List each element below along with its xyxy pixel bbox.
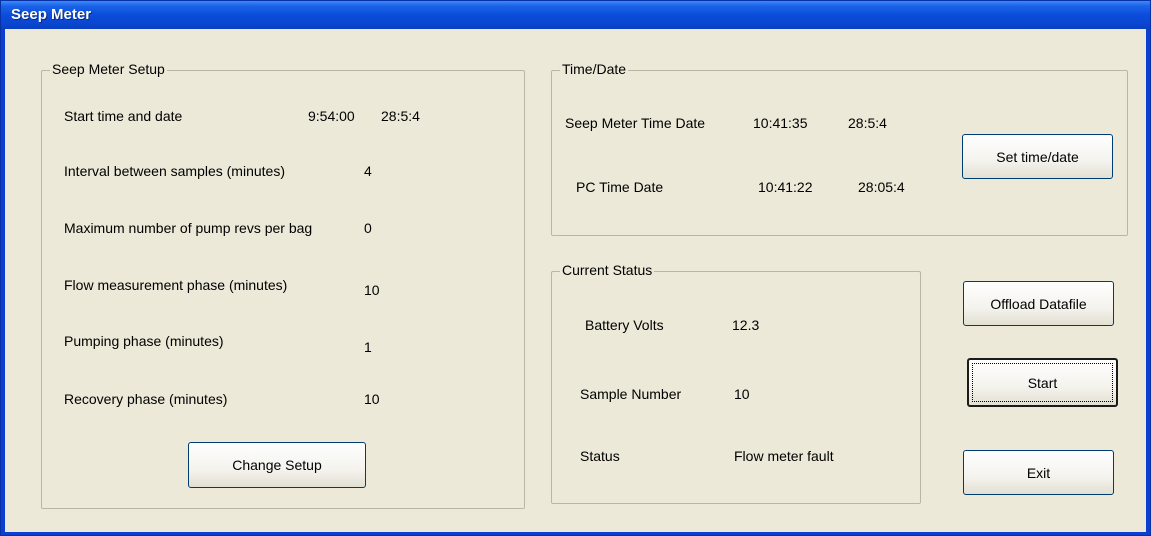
recovery-phase-value: 10 (364, 391, 380, 407)
time-date-group: Time/Date Seep Meter Time Date 10:41:35 … (551, 61, 1128, 236)
offload-datafile-button[interactable]: Offload Datafile (963, 281, 1114, 326)
change-setup-button-label: Change Setup (232, 457, 322, 473)
start-time-label: Start time and date (64, 108, 183, 124)
setup-group-title: Seep Meter Setup (50, 61, 167, 77)
seep-meter-time-date-label: Seep Meter Time Date (565, 115, 706, 131)
start-button-label: Start (1027, 374, 1058, 391)
flow-phase-label: Flow measurement phase (minutes) (64, 277, 288, 293)
pumping-phase-label: Pumping phase (minutes) (64, 333, 224, 349)
offload-datafile-button-label: Offload Datafile (990, 295, 1087, 312)
dialog-client-area: Seep Meter Setup Start time and date 9:5… (5, 29, 1146, 532)
seep-meter-time-value: 10:41:35 (753, 115, 808, 131)
seep-meter-date-value: 28:5:4 (848, 115, 887, 131)
setup-group: Seep Meter Setup Start time and date 9:5… (41, 61, 525, 509)
time-date-group-title: Time/Date (560, 61, 629, 77)
set-time-date-button-label: Set time/date (996, 148, 1079, 165)
pc-time-date-label: PC Time Date (576, 179, 664, 195)
flow-phase-value: 10 (364, 282, 380, 298)
start-time-value: 9:54:00 (308, 108, 355, 124)
current-status-group-title: Current Status (560, 262, 655, 278)
status-value: Flow meter fault (734, 448, 834, 464)
change-setup-button[interactable]: Change Setup (188, 442, 366, 488)
battery-volts-value: 12.3 (732, 317, 760, 333)
title-bar[interactable]: Seep Meter (1, 1, 1150, 29)
recovery-phase-label: Recovery phase (minutes) (64, 391, 228, 407)
set-time-date-button[interactable]: Set time/date (962, 134, 1113, 179)
current-status-group: Current Status Battery Volts 12.3 Sample… (551, 262, 921, 504)
start-date-value: 28:5:4 (381, 108, 420, 124)
sample-number-label: Sample Number (580, 386, 682, 402)
pc-time-value: 10:41:22 (758, 179, 813, 195)
window-title: Seep Meter (11, 6, 92, 23)
interval-label: Interval between samples (minutes) (64, 163, 285, 179)
max-pump-revs-label: Maximum number of pump revs per bag (64, 220, 313, 236)
pumping-phase-value: 1 (364, 339, 372, 355)
exit-button-label: Exit (1026, 464, 1051, 481)
pc-date-value: 28:05:4 (858, 179, 905, 195)
exit-button[interactable]: Exit (963, 450, 1114, 495)
battery-volts-label: Battery Volts (585, 317, 664, 333)
sample-number-value: 10 (734, 386, 750, 402)
status-label: Status (580, 448, 620, 464)
seep-meter-window: Seep Meter Seep Meter Setup Start time a… (0, 0, 1151, 536)
interval-value: 4 (364, 163, 372, 179)
max-pump-revs-value: 0 (364, 220, 372, 236)
start-button[interactable]: Start (967, 358, 1118, 407)
